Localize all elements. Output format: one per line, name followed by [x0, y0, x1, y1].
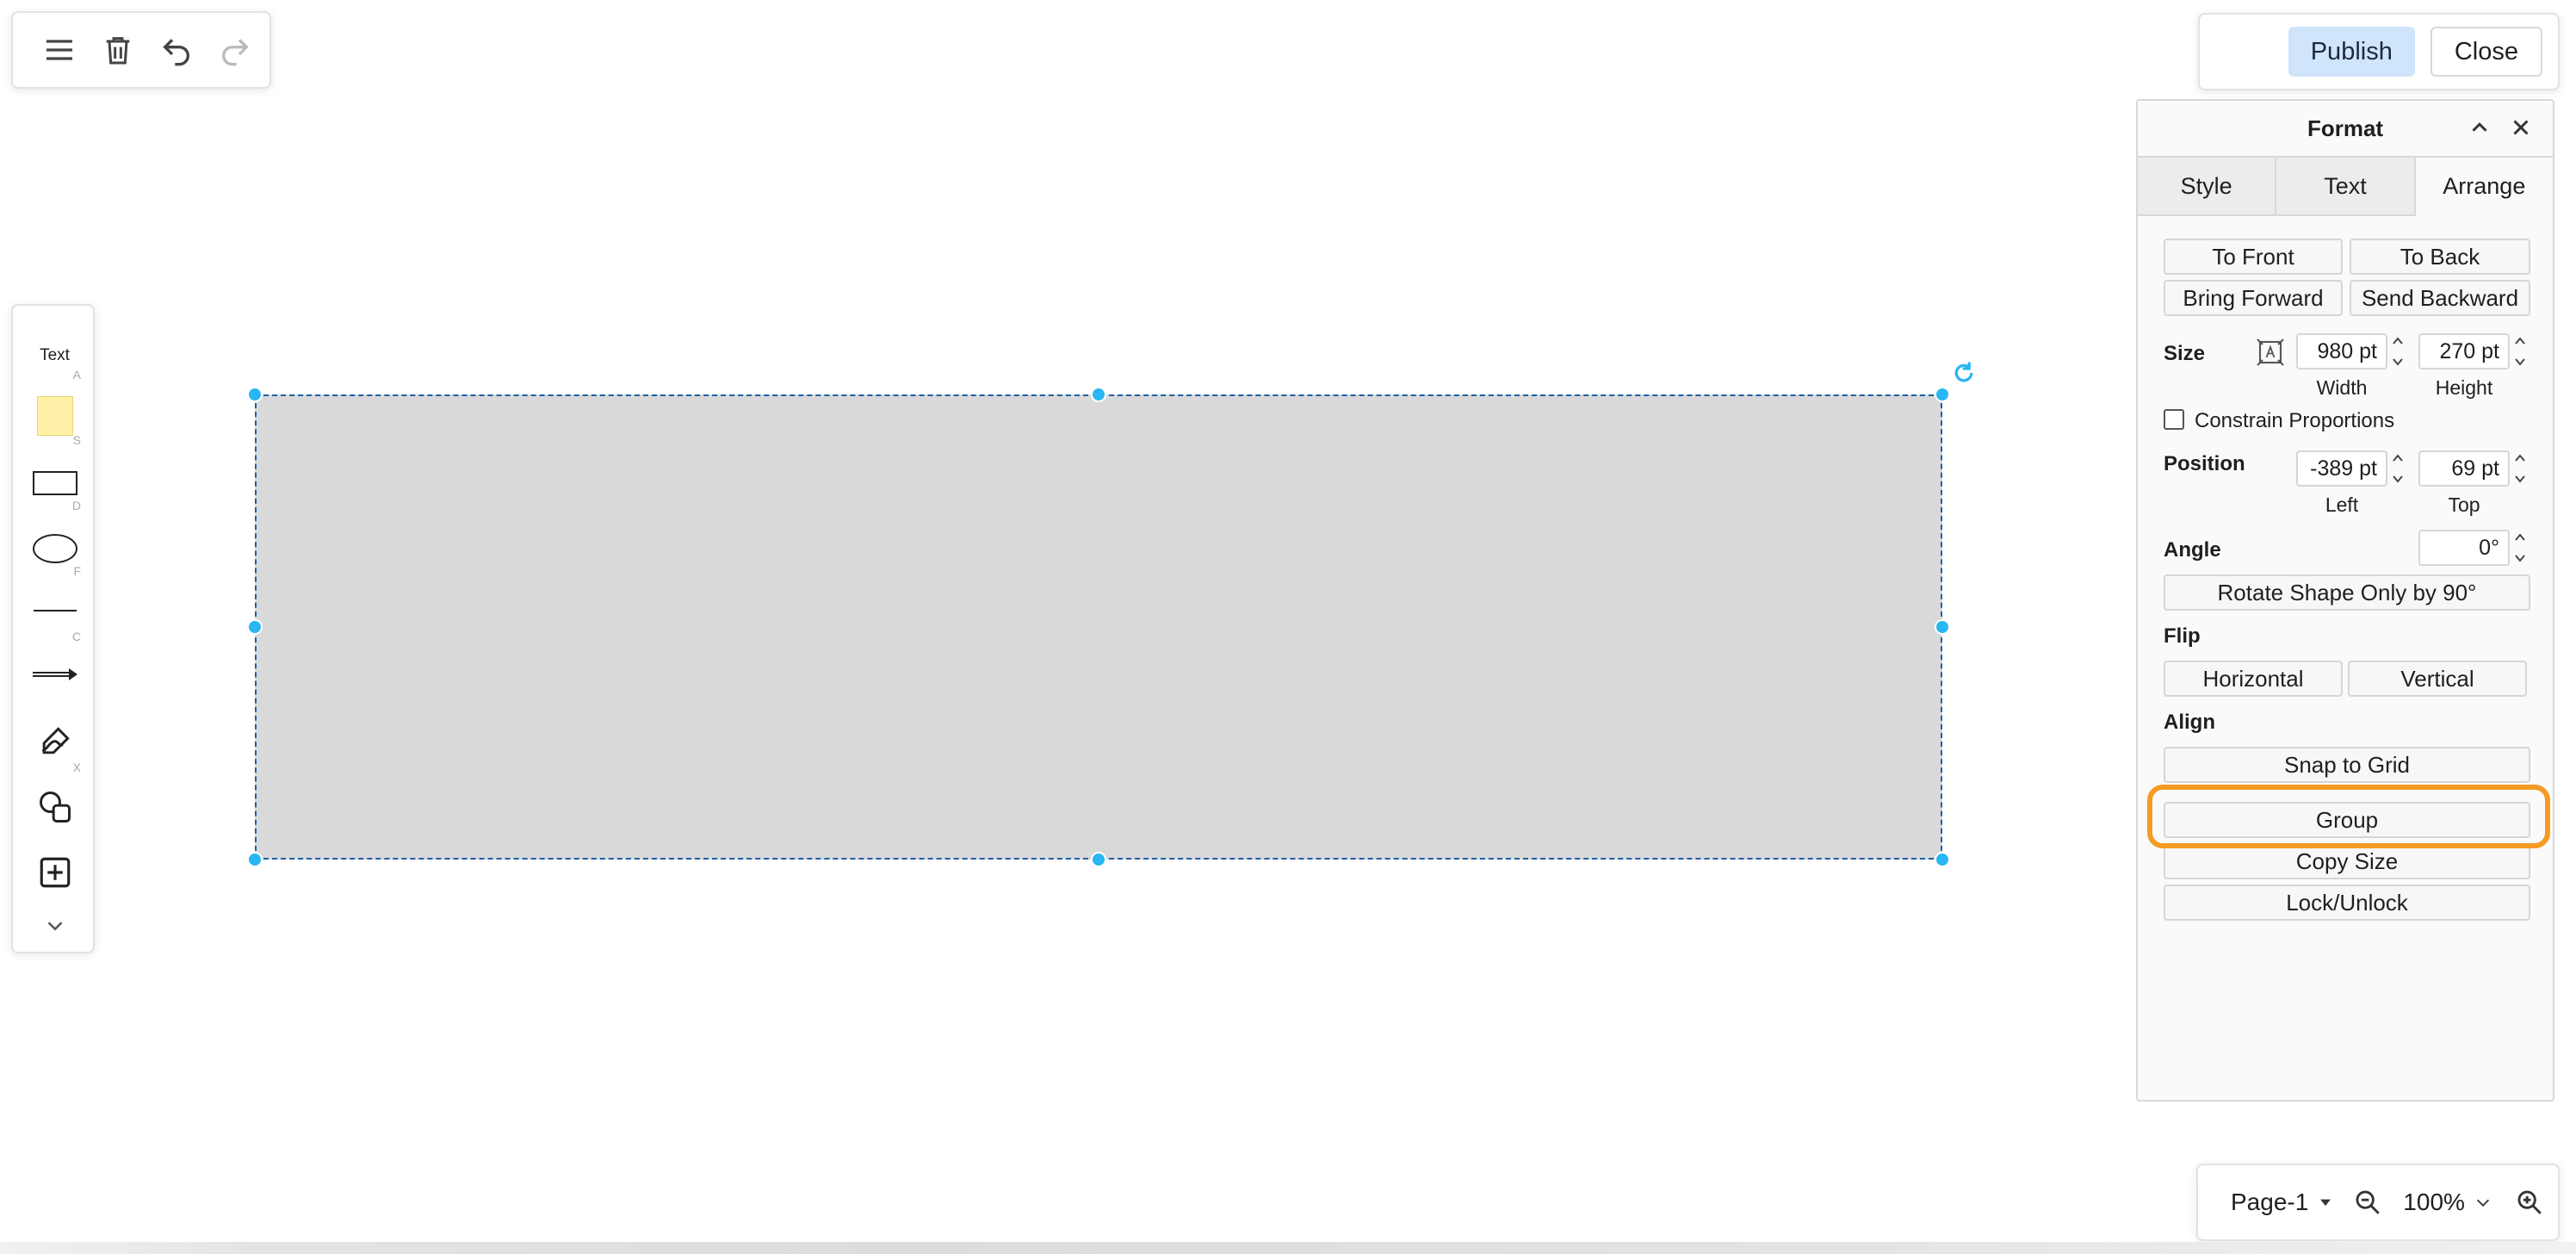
page-selector[interactable]: Page-1 — [2231, 1189, 2308, 1216]
shapes-icon — [39, 792, 71, 823]
insert-button[interactable] — [13, 854, 96, 891]
rectangle-icon — [32, 471, 77, 495]
width-label: Width — [2316, 376, 2368, 399]
to-front-button[interactable]: To Front — [2164, 239, 2343, 275]
tab-arrange[interactable]: Arrange — [2415, 156, 2553, 216]
resize-handle-se[interactable] — [1935, 852, 1950, 867]
shortcut-key-f: F — [73, 564, 81, 578]
copy-size-button[interactable]: Copy Size — [2164, 843, 2530, 879]
height-stepper[interactable] — [2511, 333, 2529, 369]
flip-horizontal-button[interactable]: Horizontal — [2164, 661, 2343, 697]
plus-square-icon — [40, 857, 70, 888]
pencil-icon — [41, 727, 70, 754]
chevron-up-icon[interactable] — [2467, 115, 2492, 140]
rectangle-shape[interactable] — [13, 461, 96, 506]
autosize-icon[interactable] — [2255, 337, 2286, 368]
resize-handle-nw[interactable] — [247, 387, 263, 402]
ellipse-icon — [32, 534, 77, 563]
undo-icon[interactable] — [156, 29, 197, 71]
top-right-actions: Publish Close — [2198, 13, 2560, 90]
lock-unlock-button[interactable]: Lock/Unlock — [2164, 885, 2530, 921]
freehand-shape[interactable] — [13, 723, 96, 760]
bring-forward-button[interactable]: Bring Forward — [2164, 280, 2343, 316]
text-shape[interactable]: Text — [13, 340, 96, 371]
width-input[interactable] — [2296, 333, 2387, 369]
note-shape[interactable] — [13, 392, 96, 440]
zoom-level[interactable]: 100% — [2403, 1189, 2465, 1216]
size-label: Size — [2164, 342, 2206, 365]
format-panel: Format Style Text Arrange To Front To Ba… — [2136, 99, 2554, 1102]
close-icon[interactable] — [2508, 115, 2534, 140]
tab-style[interactable]: Style — [2138, 156, 2277, 216]
resize-handle-w[interactable] — [247, 619, 263, 635]
chevron-down-icon[interactable] — [2474, 1193, 2492, 1212]
resize-handle-sw[interactable] — [247, 852, 263, 867]
shortcut-key-x: X — [72, 760, 81, 774]
format-tabs: Style Text Arrange — [2138, 156, 2553, 216]
arrow-icon — [32, 668, 77, 680]
align-label: Align — [2164, 711, 2215, 734]
selected-rectangle[interactable] — [255, 394, 1942, 860]
ellipse-shape[interactable] — [13, 526, 96, 571]
resize-handle-ne[interactable] — [1935, 387, 1950, 402]
top-stepper[interactable] — [2511, 450, 2529, 487]
resize-handle-n[interactable] — [1091, 387, 1106, 402]
expand-toolbar-button[interactable] — [13, 909, 96, 943]
menu-icon[interactable] — [39, 29, 80, 71]
redo-icon[interactable] — [214, 29, 256, 71]
caret-down-icon[interactable] — [2317, 1194, 2334, 1211]
position-label: Position — [2164, 452, 2245, 475]
tab-text[interactable]: Text — [2276, 156, 2416, 216]
top-label: Top — [2448, 494, 2480, 516]
trash-icon[interactable] — [97, 29, 139, 71]
constrain-proportions-checkbox[interactable] — [2164, 409, 2184, 430]
left-label: Left — [2325, 494, 2359, 516]
line-shape[interactable] — [13, 593, 96, 628]
more-shapes[interactable] — [13, 788, 96, 826]
rotate-90-button[interactable]: Rotate Shape Only by 90° — [2164, 574, 2530, 611]
top-toolbar — [11, 11, 271, 89]
zoom-out-icon[interactable] — [2353, 1188, 2382, 1217]
angle-stepper[interactable] — [2511, 530, 2529, 566]
left-input[interactable] — [2296, 450, 2387, 487]
text-shape-label: Text — [40, 346, 70, 364]
group-button[interactable]: Group — [2164, 802, 2530, 838]
line-icon — [33, 610, 77, 611]
angle-label: Angle — [2164, 538, 2221, 562]
arrow-shape[interactable] — [13, 657, 96, 692]
shortcut-key-s: S — [72, 433, 81, 447]
flip-vertical-button[interactable]: Vertical — [2348, 661, 2527, 697]
publish-button[interactable]: Publish — [2288, 27, 2415, 77]
shortcut-key-a: A — [72, 368, 81, 382]
shortcut-key-d: D — [71, 499, 81, 512]
resize-handle-e[interactable] — [1935, 619, 1950, 635]
height-label: Height — [2435, 376, 2493, 399]
constrain-proportions-label: Constrain Proportions — [2195, 409, 2395, 432]
horizontal-scrollbar[interactable] — [0, 1242, 2576, 1254]
width-stepper[interactable] — [2389, 333, 2406, 369]
zoom-in-icon[interactable] — [2515, 1188, 2544, 1217]
left-stepper[interactable] — [2389, 450, 2406, 487]
shapes-toolbar: Text A S D F C X — [11, 304, 95, 953]
send-backward-button[interactable]: Send Backward — [2350, 280, 2530, 316]
to-back-button[interactable]: To Back — [2350, 239, 2530, 275]
shortcut-key-c: C — [71, 630, 81, 643]
page-zoom-controls: Page-1 100% — [2196, 1164, 2560, 1241]
resize-handle-s[interactable] — [1091, 852, 1106, 867]
top-input[interactable] — [2418, 450, 2510, 487]
sticky-note-icon — [36, 396, 73, 436]
chevron-down-icon — [47, 922, 62, 931]
flip-label: Flip — [2164, 624, 2201, 648]
rotate-icon[interactable] — [1951, 360, 1977, 386]
snap-to-grid-button[interactable]: Snap to Grid — [2164, 747, 2530, 783]
close-button[interactable]: Close — [2430, 27, 2542, 77]
height-input[interactable] — [2418, 333, 2510, 369]
angle-input[interactable] — [2418, 530, 2510, 566]
